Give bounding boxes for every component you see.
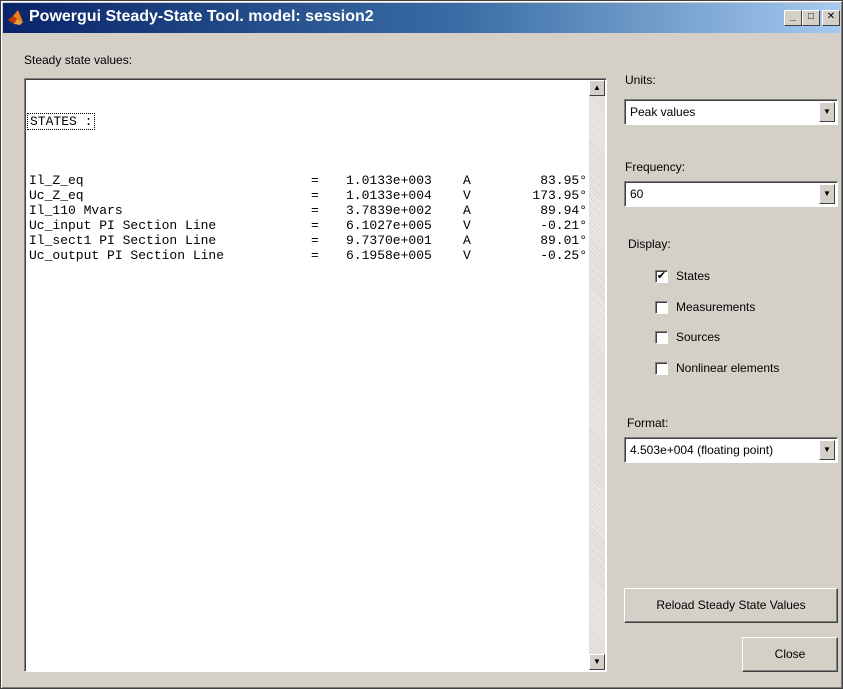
steady-state-text-area[interactable]: STATES : Il_Z_eq = 1.0133e+003 A 83.95° Uc_Z_…: [24, 78, 607, 672]
minimize-icon: _: [790, 11, 796, 22]
vertical-scrollbar[interactable]: ▲ ▼: [589, 80, 605, 670]
frequency-dropdown[interactable]: 60 ▼: [624, 181, 838, 207]
state-row: Il_Z_eq = 1.0133e+003 A 83.95°: [29, 173, 587, 188]
dropdown-arrow-icon: ▼: [819, 184, 835, 204]
steady-state-values-label: Steady state values:: [24, 53, 133, 67]
steady-state-tool-window: Powergui Steady-State Tool. model: sessi…: [0, 0, 843, 689]
state-name: Uc_input PI Section Line: [29, 218, 217, 233]
checkbox-box[interactable]: [655, 331, 668, 344]
state-row: Il_110 Mvars = 3.7839e+002 A 89.94°: [29, 203, 587, 218]
matlab-logo-icon: [8, 10, 23, 25]
scroll-down-button[interactable]: ▼: [589, 654, 605, 670]
state-angle: 83.95°: [540, 173, 587, 188]
state-angle: 173.95°: [532, 188, 587, 203]
display-label: Display:: [628, 237, 671, 251]
dropdown-arrow-icon: ▼: [819, 102, 835, 122]
checkbox-states-label: States: [676, 269, 711, 283]
checkbox-measurements-label: Measurements: [676, 300, 756, 314]
maximize-button[interactable]: □: [802, 10, 820, 26]
state-name: Uc_output PI Section Line: [29, 248, 225, 263]
units-value: Peak values: [630, 105, 696, 119]
units-label: Units:: [625, 73, 656, 87]
state-unit: V: [463, 188, 471, 203]
format-value: 4.503e+004 (floating point): [630, 443, 774, 457]
state-unit: V: [463, 248, 471, 263]
dropdown-arrow-icon: ▼: [819, 440, 835, 460]
state-unit: A: [463, 203, 471, 218]
scroll-up-icon: ▲: [593, 83, 601, 92]
state-angle: -0.21°: [540, 218, 587, 233]
state-unit: A: [463, 173, 471, 188]
state-unit: V: [463, 218, 471, 233]
state-equals: =: [311, 203, 319, 218]
state-equals: =: [311, 218, 319, 233]
state-row: Uc_output PI Section Line = 6.1958e+005 V -0…: [29, 248, 587, 263]
scroll-down-icon: ▼: [593, 657, 601, 666]
state-name: Uc_Z_eq: [29, 188, 84, 203]
states-header: STATES :: [27, 113, 96, 130]
state-equals: =: [311, 188, 319, 203]
reload-steady-state-button[interactable]: Reload Steady State Values: [624, 588, 838, 623]
state-row: Uc_input PI Section Line = 6.1027e+005 V -0.…: [29, 218, 587, 233]
frequency-label: Frequency:: [625, 160, 686, 174]
maximize-icon: □: [807, 11, 815, 22]
close-button[interactable]: Close: [742, 637, 838, 672]
checkbox-box[interactable]: [655, 301, 668, 314]
checkbox-sources-label: Sources: [676, 330, 721, 344]
states-text: STATES : Il_Z_eq = 1.0133e+003 A 83.95° Uc_Z_…: [27, 83, 587, 293]
state-equals: =: [311, 173, 319, 188]
units-dropdown[interactable]: Peak values ▼: [624, 99, 838, 125]
state-value: 1.0133e+004: [346, 188, 432, 203]
state-name: Il_sect1 PI Section Line: [29, 233, 217, 248]
checkbox-nonlinear-elements-label: Nonlinear elements: [676, 361, 780, 375]
frequency-value: 60: [630, 187, 644, 201]
state-row: Uc_Z_eq = 1.0133e+004 V 173.95°: [29, 188, 587, 203]
state-value: 6.1958e+005: [346, 248, 432, 263]
title-bar[interactable]: Powergui Steady-State Tool. model: sessi…: [3, 3, 840, 33]
close-window-button[interactable]: ✕: [822, 10, 840, 26]
check-icon[interactable]: ✔: [655, 270, 668, 283]
state-value: 1.0133e+003: [346, 173, 432, 188]
state-equals: =: [311, 248, 319, 263]
format-dropdown[interactable]: 4.503e+004 (floating point) ▼: [624, 437, 838, 463]
state-angle: 89.94°: [540, 203, 587, 218]
state-equals: =: [311, 233, 319, 248]
state-row: Il_sect1 PI Section Line = 9.7370e+001 A 89.…: [29, 233, 587, 248]
states-list: Il_Z_eq = 1.0133e+003 A 83.95° Uc_Z_eq = 1.0133…: [29, 173, 587, 263]
format-label: Format:: [627, 416, 669, 430]
close-icon: ✕: [826, 11, 836, 22]
state-angle: -0.25°: [540, 248, 587, 263]
state-name: Il_110 Mvars: [29, 203, 123, 218]
state-value: 6.1027e+005: [346, 218, 432, 233]
state-value: 9.7370e+001: [346, 233, 432, 248]
minimize-button[interactable]: _: [784, 10, 802, 26]
state-value: 3.7839e+002: [346, 203, 432, 218]
window-title: Powergui Steady-State Tool. model: sessi…: [29, 8, 374, 25]
scroll-up-button[interactable]: ▲: [589, 80, 605, 96]
state-angle: 89.01°: [540, 233, 587, 248]
state-name: Il_Z_eq: [29, 173, 84, 188]
checkbox-box[interactable]: [655, 362, 668, 375]
state-unit: A: [463, 233, 471, 248]
